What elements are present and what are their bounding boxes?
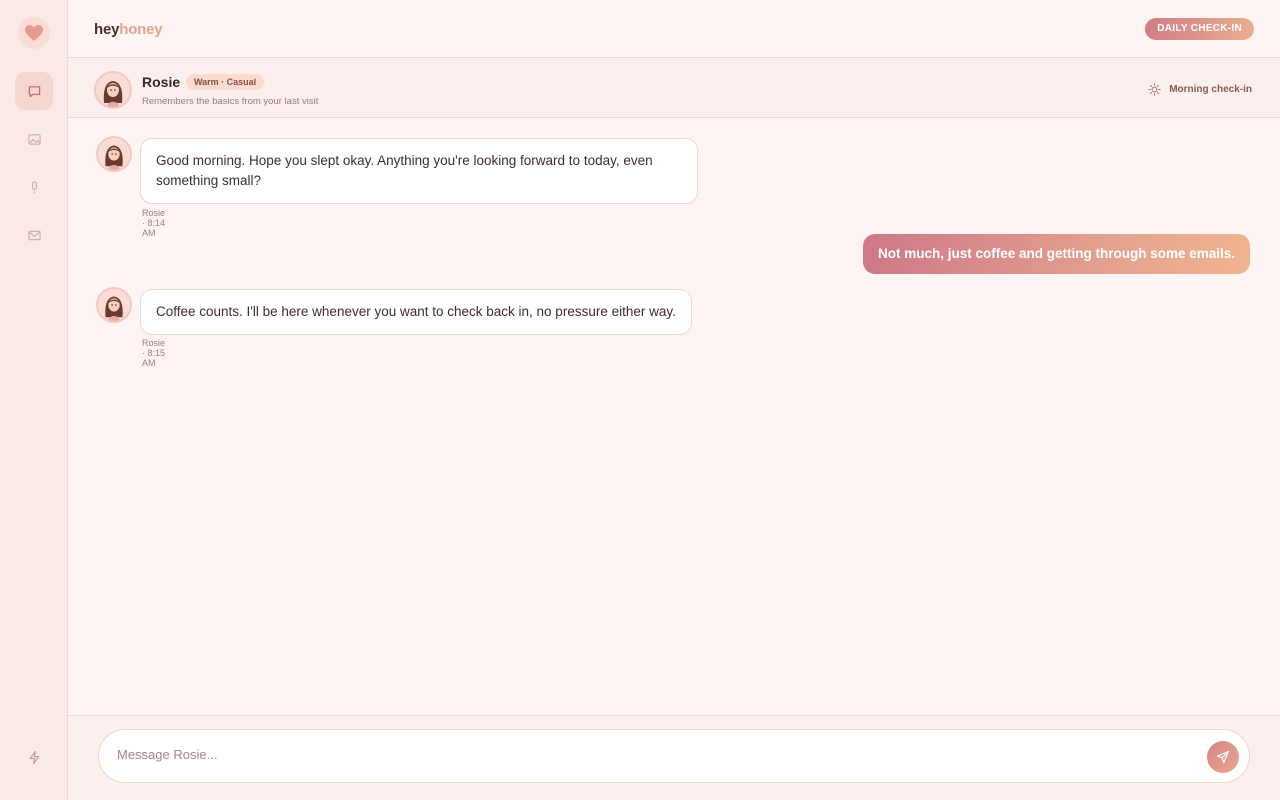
avatar xyxy=(96,136,132,172)
lightning-icon xyxy=(29,750,39,764)
heart-icon[interactable] xyxy=(18,17,50,49)
brand-logo[interactable]: heyhoney xyxy=(94,21,163,38)
sidebar-item-mail[interactable] xyxy=(15,216,53,254)
send-icon xyxy=(1216,750,1230,764)
avatar-portrait xyxy=(98,138,130,170)
brand-text-hey: hey xyxy=(94,21,120,38)
brand-text-honey: honey xyxy=(119,21,163,38)
morning-check-in-label: Morning check-in xyxy=(1169,84,1252,95)
message-meta: Rosie · 8:14 AM xyxy=(142,208,166,238)
chat-icon xyxy=(28,85,40,97)
sidebar-item-chat[interactable] xyxy=(15,72,53,110)
sidebar xyxy=(0,0,68,800)
morning-check-in-mode[interactable]: Morning check-in xyxy=(1148,83,1252,96)
top-bar: heyhoney DAILY CHECK-IN xyxy=(68,0,1280,58)
mail-icon xyxy=(27,230,41,240)
message-meta: Rosie · 8:15 AM xyxy=(142,338,166,368)
daily-check-in-button[interactable]: DAILY CHECK-IN xyxy=(1145,18,1254,40)
persona-tone-badge: Warm · Casual xyxy=(186,74,265,90)
sidebar-item-images[interactable] xyxy=(15,120,53,158)
sidebar-item-boost[interactable] xyxy=(15,738,53,776)
persona-name: Rosie xyxy=(142,74,181,90)
composer-bar xyxy=(68,715,1280,800)
message-user-bubble: Not much, just coffee and getting throug… xyxy=(862,234,1250,274)
message-input[interactable] xyxy=(117,747,1177,762)
composer xyxy=(98,729,1250,783)
send-button[interactable] xyxy=(1207,741,1239,773)
avatar-portrait xyxy=(96,73,130,107)
sun-icon xyxy=(1148,83,1161,96)
microphone-icon xyxy=(31,180,37,193)
persona-subtitle: Remembers the basics from your last visi… xyxy=(142,96,319,107)
persona-header: Rosie Warm · Casual Remembers the basics… xyxy=(68,58,1280,118)
image-icon xyxy=(27,133,41,145)
avatar-portrait xyxy=(98,289,130,321)
message-bubble: Good morning. Hope you slept okay. Anyth… xyxy=(140,138,698,204)
avatar xyxy=(96,287,132,323)
message-bubble: Coffee counts. I'll be here whenever you… xyxy=(140,289,692,335)
sidebar-item-voice[interactable] xyxy=(15,168,53,206)
avatar[interactable] xyxy=(94,71,132,109)
